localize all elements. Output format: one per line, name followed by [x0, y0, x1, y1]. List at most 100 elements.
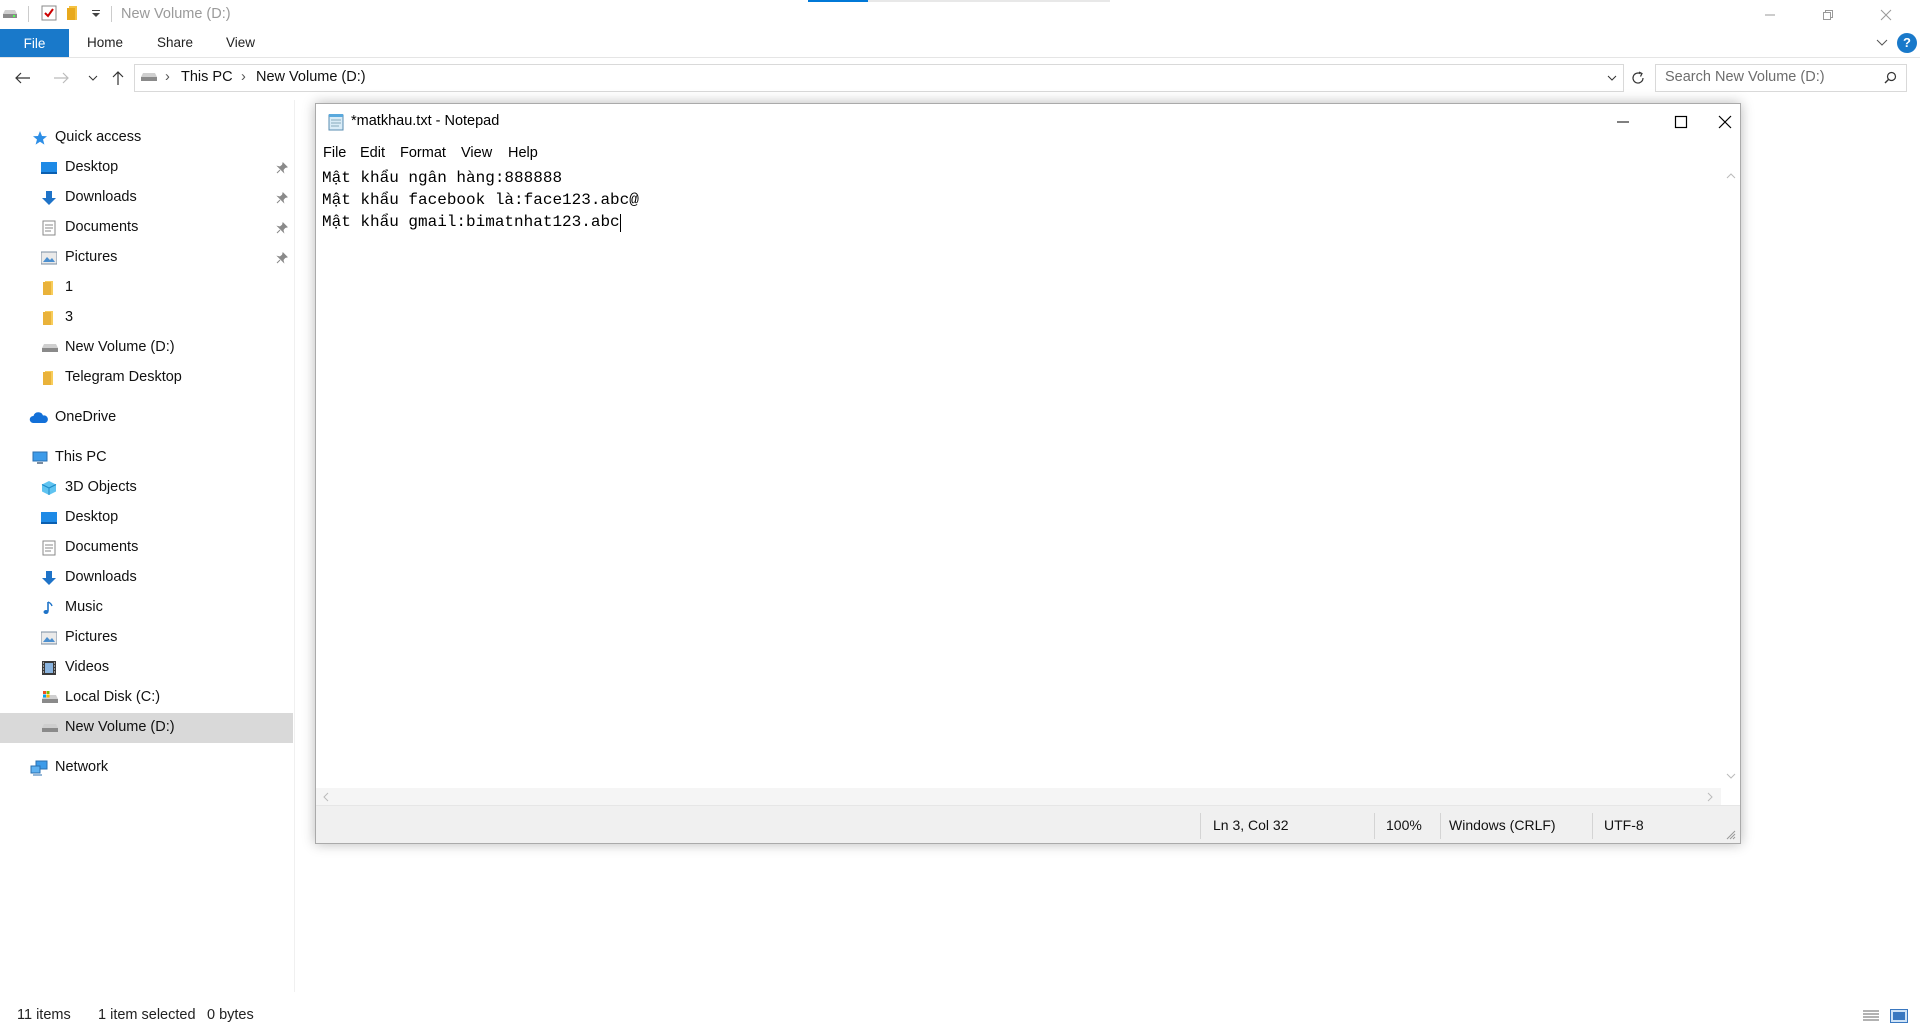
notepad-text-area[interactable]: Mật khẩu ngân hàng:888888 Mật khẩu faceb…	[316, 166, 1721, 788]
nav-quick-access[interactable]: Quick access	[0, 123, 293, 153]
nav-pc-documents[interactable]: Documents	[0, 533, 293, 563]
search-box[interactable]: Search New Volume (D:)	[1655, 64, 1907, 92]
menu-format[interactable]: Format	[400, 145, 446, 161]
downloads-icon	[41, 190, 57, 206]
nav-pc-downloads[interactable]: Downloads	[0, 563, 293, 593]
notepad-maximize-button[interactable]	[1652, 104, 1710, 140]
nav-qa-pictures[interactable]: Pictures	[0, 243, 293, 273]
nav-qa-desktop[interactable]: Desktop	[0, 153, 293, 183]
up-button[interactable]	[107, 67, 129, 89]
search-icon[interactable]	[1884, 71, 1897, 84]
drive-icon	[41, 340, 58, 356]
nav-label: 3D Objects	[65, 479, 137, 495]
properties-icon[interactable]	[41, 5, 57, 21]
refresh-button[interactable]	[1627, 67, 1649, 89]
nav-label: Telegram Desktop	[65, 369, 182, 385]
tab-share[interactable]: Share	[157, 29, 193, 57]
network-icon	[30, 760, 48, 776]
back-button[interactable]	[12, 67, 34, 89]
text-caret	[620, 214, 621, 232]
nav-pc-videos[interactable]: Videos	[0, 653, 293, 683]
tab-file[interactable]: File	[0, 29, 69, 57]
nav-qa-documents[interactable]: Documents	[0, 213, 293, 243]
nav-pc-3d-objects[interactable]: 3D Objects	[0, 473, 293, 503]
address-dropdown-icon[interactable]	[1607, 74, 1617, 82]
nav-qa-new-volume[interactable]: New Volume (D:)	[0, 333, 293, 363]
nav-qa-folder-1[interactable]: 1	[0, 273, 293, 303]
nav-onedrive[interactable]: OneDrive	[0, 403, 293, 433]
pin-icon[interactable]	[276, 192, 288, 204]
breadcrumb-this-pc[interactable]: This PC	[181, 69, 233, 85]
customize-qat-icon[interactable]	[91, 9, 101, 19]
pin-icon[interactable]	[276, 252, 288, 264]
documents-icon	[41, 220, 57, 236]
pin-icon[interactable]	[276, 222, 288, 234]
scroll-up-icon[interactable]	[1726, 172, 1736, 180]
help-button[interactable]: ?	[1897, 33, 1917, 53]
nav-label: Videos	[65, 659, 110, 675]
breadcrumb-separator-icon: ›	[241, 69, 246, 85]
details-view-icon[interactable]	[1862, 1009, 1880, 1023]
explorer-status-bar: 11 items 1 item selected 0 bytes	[0, 1004, 1920, 1028]
address-bar[interactable]: › This PC › New Volume (D:)	[134, 64, 1624, 92]
selection-count: 1 item selected	[98, 1007, 196, 1023]
nav-qa-folder-3[interactable]: 3	[0, 303, 293, 333]
nav-pc-pictures[interactable]: Pictures	[0, 623, 293, 653]
nav-label: Pictures	[65, 629, 118, 645]
notepad-close-button[interactable]	[1710, 104, 1740, 140]
nav-qa-downloads[interactable]: Downloads	[0, 183, 293, 213]
vertical-scrollbar[interactable]	[1721, 166, 1740, 788]
nav-label: Music	[65, 599, 103, 615]
search-input[interactable]: Search New Volume (D:)	[1665, 69, 1825, 85]
nav-pc-music[interactable]: Music	[0, 593, 293, 623]
encoding: UTF-8	[1604, 817, 1644, 833]
nav-label: New Volume (D:)	[65, 719, 175, 735]
horizontal-scrollbar[interactable]	[316, 788, 1721, 805]
forward-button[interactable]	[50, 67, 72, 89]
breadcrumb-separator-icon: ›	[165, 69, 170, 85]
pin-icon[interactable]	[276, 162, 288, 174]
nav-pc-desktop[interactable]: Desktop	[0, 503, 293, 533]
expand-ribbon-icon[interactable]	[1876, 38, 1888, 48]
scroll-left-icon[interactable]	[322, 792, 330, 802]
3d-objects-icon	[41, 480, 57, 496]
navigation-pane: Quick access Desktop Downloads Documents…	[0, 100, 295, 992]
large-icons-view-icon[interactable]	[1890, 1009, 1908, 1023]
nav-network[interactable]: Network	[0, 753, 293, 783]
text-line: Mật khẩu gmail:bimatnhat123.abc	[322, 213, 620, 231]
new-folder-icon[interactable]	[66, 5, 80, 21]
tab-view[interactable]: View	[226, 29, 255, 57]
notepad-title-bar: *matkhau.txt - Notepad	[316, 104, 1740, 140]
pictures-icon	[41, 250, 57, 266]
nav-label: Downloads	[65, 189, 137, 205]
restore-button[interactable]	[1799, 0, 1857, 29]
notepad-title: *matkhau.txt - Notepad	[351, 113, 500, 129]
resize-grip-icon[interactable]	[1726, 830, 1736, 840]
system-drive-icon	[41, 690, 58, 706]
nav-pc-local-disk-c[interactable]: Local Disk (C:)	[0, 683, 293, 713]
ribbon-tabs: File Home Share View ?	[0, 29, 1920, 58]
nav-this-pc[interactable]: This PC	[0, 443, 293, 473]
minimize-button[interactable]	[1741, 0, 1799, 29]
menu-file[interactable]: File	[323, 145, 346, 161]
notepad-minimize-button[interactable]	[1594, 104, 1652, 140]
scroll-down-icon[interactable]	[1726, 772, 1736, 780]
menu-help[interactable]: Help	[508, 145, 538, 161]
nav-qa-telegram-desktop[interactable]: Telegram Desktop	[0, 363, 293, 393]
item-count: 11 items	[17, 1007, 71, 1023]
explorer-title-bar: New Volume (D:)	[0, 0, 1920, 29]
drive-icon	[41, 720, 58, 736]
desktop-icon	[41, 510, 57, 526]
nav-pc-new-volume-d[interactable]: New Volume (D:)	[0, 713, 293, 743]
scroll-right-icon[interactable]	[1706, 792, 1714, 802]
nav-label: Downloads	[65, 569, 137, 585]
nav-label: This PC	[55, 449, 107, 465]
close-button[interactable]	[1857, 0, 1915, 29]
tab-home[interactable]: Home	[87, 29, 123, 57]
breadcrumb-new-volume[interactable]: New Volume (D:)	[256, 69, 366, 85]
recent-locations-chevron-icon[interactable]	[82, 67, 104, 89]
drive-icon	[2, 8, 18, 20]
menu-edit[interactable]: Edit	[360, 145, 385, 161]
desktop-icon	[41, 160, 57, 176]
menu-view[interactable]: View	[461, 145, 492, 161]
